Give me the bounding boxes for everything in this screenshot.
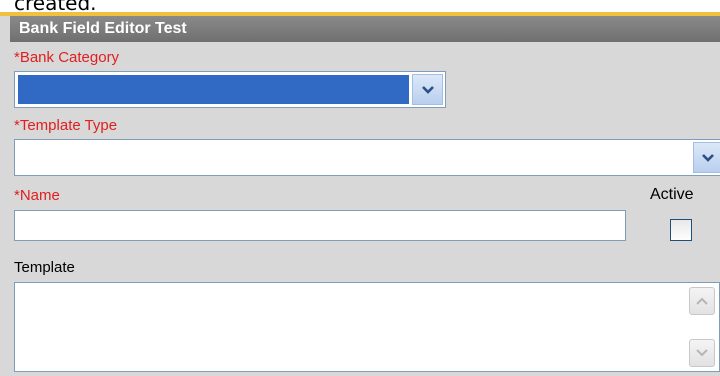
template-type-label: *Template Type [14, 117, 118, 134]
template-type-select[interactable] [14, 139, 720, 176]
bank-category-select[interactable] [14, 71, 446, 108]
name-input[interactable] [14, 210, 626, 241]
panel-title: Bank Field Editor Test [19, 20, 187, 37]
template-type-dropdown-button[interactable] [693, 142, 720, 173]
panel-header: Bank Field Editor Test [10, 16, 720, 42]
bank-category-dropdown-button[interactable] [412, 74, 443, 105]
chevron-down-icon [696, 349, 708, 357]
template-textarea[interactable] [14, 282, 720, 372]
active-checkbox[interactable] [670, 219, 692, 241]
chevron-down-icon [421, 85, 434, 94]
chevron-up-icon [696, 297, 708, 305]
scroll-up-button[interactable] [689, 287, 715, 315]
chevron-down-icon [702, 153, 714, 162]
scroll-down-button[interactable] [689, 339, 715, 367]
template-label: Template [14, 259, 75, 276]
bank-category-selected-value [18, 75, 409, 104]
top-strip: created. [0, 0, 720, 16]
template-scrollbar[interactable] [687, 285, 717, 369]
name-label: *Name [14, 187, 60, 204]
active-label: Active [650, 186, 694, 203]
bank-category-label: *Bank Category [14, 49, 120, 66]
